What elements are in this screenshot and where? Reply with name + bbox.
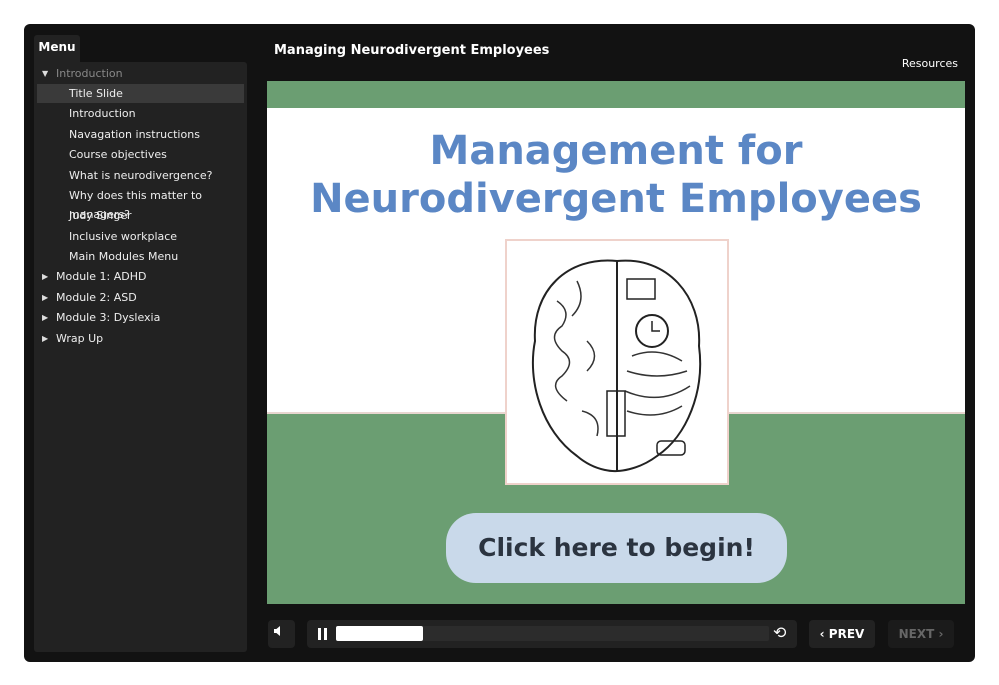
menu-item[interactable]: What is neurodivergence? <box>37 166 244 185</box>
slide-area: Management for Neurodivergent Employees C… <box>267 81 965 604</box>
menu-item[interactable]: Course objectives <box>37 145 244 164</box>
menu-item[interactable]: Why does this matter to managers? <box>37 186 244 221</box>
volume-button[interactable] <box>268 620 295 648</box>
caret-right-icon: ▶ <box>42 293 49 302</box>
playback-bar: ⟲ <box>307 620 797 648</box>
chevron-left-icon: ‹ <box>819 627 829 641</box>
menu-section-module-3[interactable]: ▶ Module 3: Dyslexia <box>37 308 244 327</box>
caret-down-icon: ▼ <box>42 69 49 78</box>
speaker-icon <box>274 626 280 636</box>
menu-item[interactable]: Introduction <box>37 104 244 123</box>
menu-item[interactable]: Inclusive workplace <box>37 227 244 246</box>
next-label: NEXT <box>898 627 935 641</box>
slide-title-line2: Neurodivergent Employees <box>310 176 922 222</box>
caret-right-icon: ▶ <box>42 272 49 281</box>
menu-item-title-slide[interactable]: Title Slide <box>37 84 244 103</box>
menu-section-introduction[interactable]: ▼ Introduction <box>37 64 244 83</box>
slide-title: Management for Neurodivergent Employees <box>267 127 965 223</box>
menu-section-module-2[interactable]: ▶ Module 2: ASD <box>37 288 244 307</box>
pause-icon[interactable] <box>318 628 321 640</box>
menu-item[interactable]: Navagation instructions <box>37 125 244 144</box>
next-button[interactable]: NEXT › <box>888 620 954 648</box>
prev-button[interactable]: ‹ PREV <box>809 620 875 648</box>
progress-track[interactable] <box>336 626 769 641</box>
brain-illustration <box>505 239 729 485</box>
slide-title-line1: Management for <box>429 128 803 174</box>
course-title: Managing Neurodivergent Employees <box>274 43 550 58</box>
caret-right-icon: ▶ <box>42 334 49 343</box>
chevron-right-icon: › <box>934 627 944 641</box>
begin-button[interactable]: Click here to begin! <box>446 513 787 583</box>
replay-icon[interactable]: ⟲ <box>773 623 786 642</box>
menu-section-module-1[interactable]: ▶ Module 1: ADHD <box>37 267 244 286</box>
resources-link[interactable]: Resources <box>902 57 958 70</box>
sidebar-menu: ▼ Introduction Title Slide Introduction N… <box>34 62 247 652</box>
prev-label: PREV <box>828 627 865 641</box>
player-frame: Menu ▼ Introduction Title Slide Introduct… <box>24 24 975 662</box>
caret-right-icon: ▶ <box>42 313 49 322</box>
menu-tab[interactable]: Menu <box>34 35 80 62</box>
menu-item[interactable]: Judy Singer <box>37 206 244 225</box>
progress-fill <box>336 626 423 641</box>
menu-section-wrap-up[interactable]: ▶ Wrap Up <box>37 329 244 348</box>
menu-item[interactable]: Main Modules Menu <box>37 247 244 266</box>
